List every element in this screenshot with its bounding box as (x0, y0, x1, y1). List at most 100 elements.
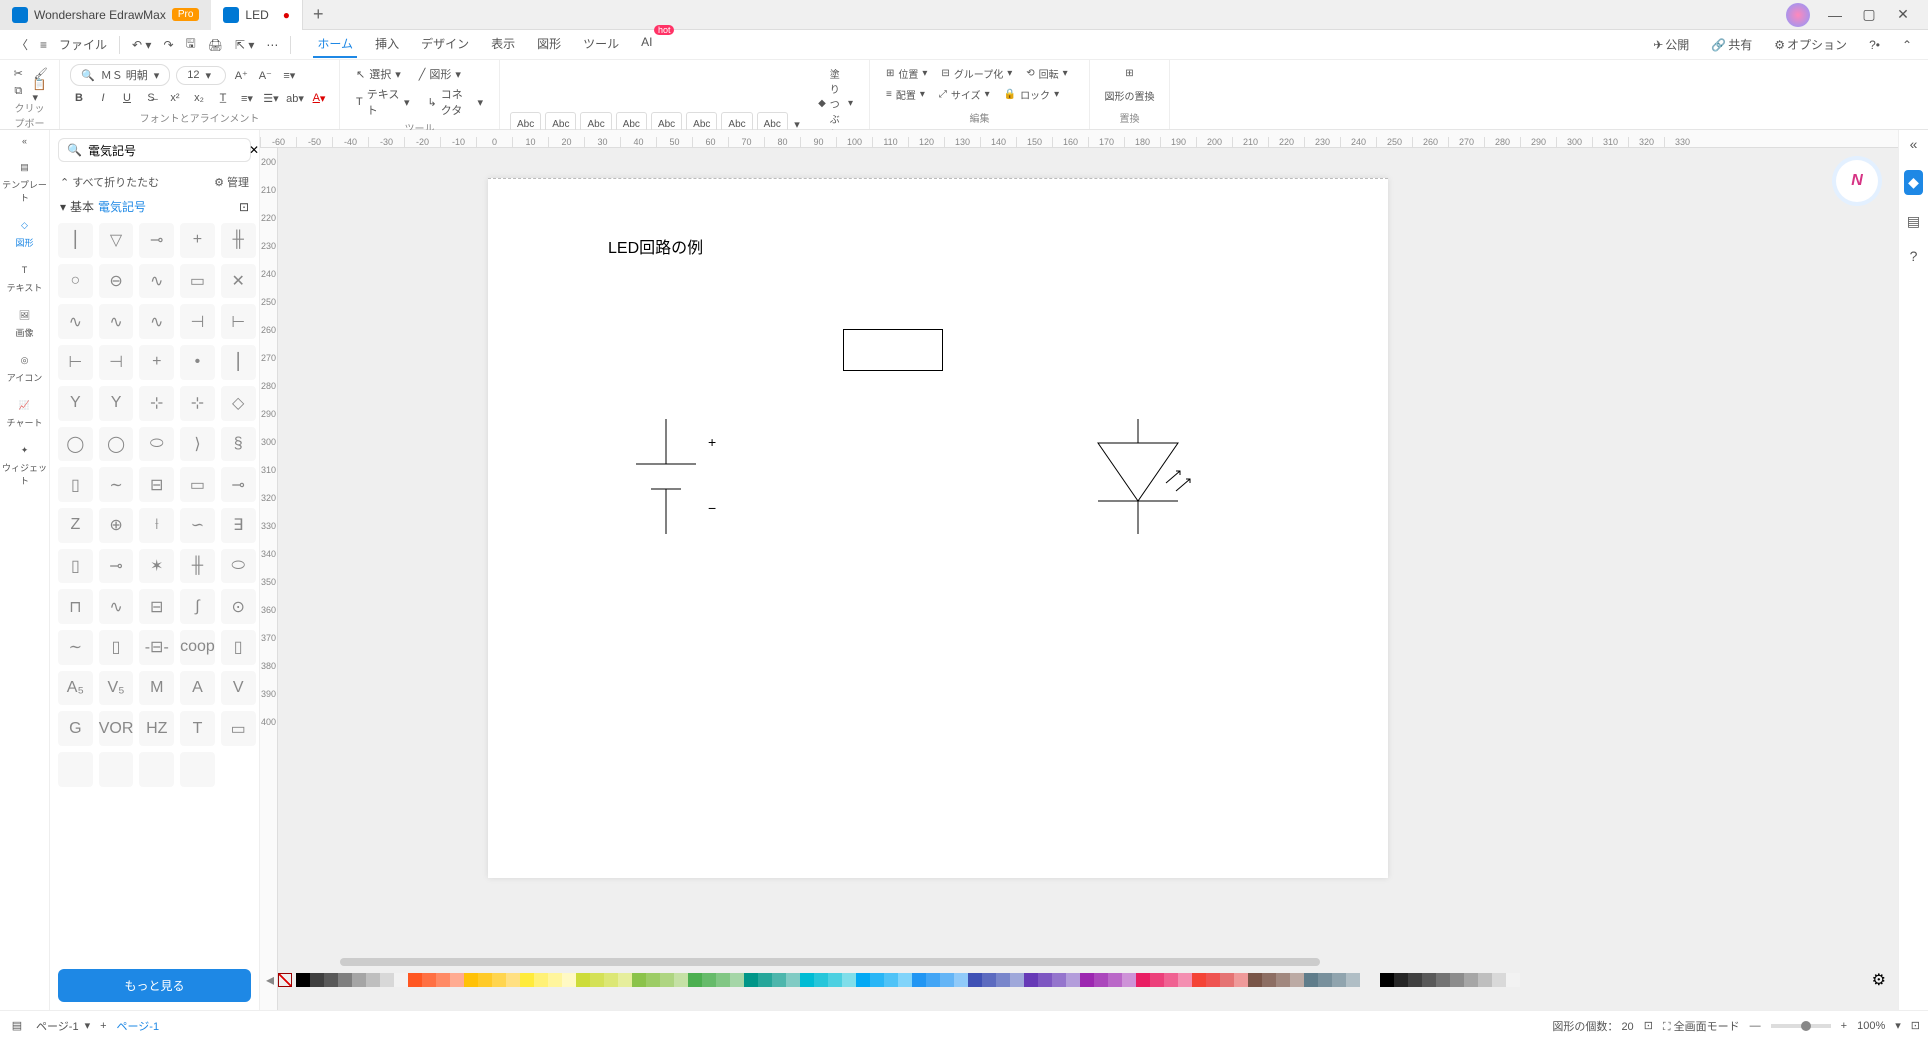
shape-thumbnail[interactable]: ╫ (221, 223, 256, 258)
shape-thumbnail[interactable] (58, 752, 93, 787)
shape-category-header[interactable]: ▾ 基本電気記号 ⊡ (50, 194, 259, 219)
shape-thumbnail[interactable]: VOR (99, 711, 134, 746)
color-swatch[interactable] (1136, 973, 1150, 987)
color-swatch[interactable] (828, 973, 842, 987)
line-spacing-icon[interactable]: ≡▾ (238, 89, 256, 107)
manage-button[interactable]: ⚙ 管理 (214, 174, 249, 190)
shape-search[interactable]: 🔍 ✕ (58, 138, 251, 162)
shape-thumbnail[interactable]: HZ (139, 711, 174, 746)
option-button[interactable]: ⚙ オプション (1768, 36, 1853, 53)
canvas[interactable]: LED回路の例 + − (278, 148, 1898, 970)
shape-thumbnail[interactable]: ▯ (58, 467, 93, 502)
color-swatch[interactable] (758, 973, 772, 987)
color-swatch[interactable] (478, 973, 492, 987)
collapse-all-button[interactable]: ⌃ すべて折りたたむ (60, 174, 159, 190)
shape-thumbnail[interactable]: ⊙ (221, 589, 256, 624)
shape-thumbnail[interactable]: ▽ (99, 223, 134, 258)
shape-thumbnail[interactable]: ⊣ (180, 304, 215, 339)
color-swatch[interactable] (534, 973, 548, 987)
shape-thumbnail[interactable]: ⊹ (180, 386, 215, 421)
sidebar-item-widget[interactable]: ✦ウィジェット (0, 435, 49, 493)
shape-thumbnail[interactable]: ▯ (58, 549, 93, 584)
document-tab[interactable]: LED ● (211, 0, 303, 30)
add-tab-button[interactable]: + (303, 4, 334, 25)
sidebar-item-image[interactable]: 🖼画像 (0, 300, 49, 345)
color-swatch[interactable] (1150, 973, 1164, 987)
zoom-in-button[interactable]: + (1841, 1020, 1847, 1032)
color-swatch[interactable] (968, 973, 982, 987)
shape-thumbnail[interactable]: • (180, 345, 215, 380)
shape-thumbnail[interactable]: ∼ (99, 467, 134, 502)
color-swatch[interactable] (1164, 973, 1178, 987)
shape-thumbnail[interactable]: ⊸ (139, 223, 174, 258)
shape-thumbnail[interactable]: Y (58, 386, 93, 421)
app-tab[interactable]: Wondershare EdrawMax Pro (0, 0, 211, 30)
shape-thumbnail[interactable]: ∿ (99, 589, 134, 624)
sidebar-item-template[interactable]: ▤テンプレート (0, 152, 49, 210)
font-size-select[interactable]: 12 ▾ (176, 66, 226, 85)
color-swatch[interactable] (618, 973, 632, 987)
file-menu[interactable]: ファイル (53, 36, 113, 53)
subscript-icon[interactable]: x₂ (190, 89, 208, 107)
color-swatch[interactable] (1234, 973, 1248, 987)
shape-thumbnail[interactable]: ✶ (139, 549, 174, 584)
copy-icon[interactable]: ⧉ (10, 82, 27, 100)
select-tool-button[interactable]: ↖ 選択 ▾ (350, 64, 407, 84)
shape-thumbnail[interactable]: ⊟ (139, 467, 174, 502)
color-swatch[interactable] (1464, 973, 1478, 987)
color-swatch[interactable] (338, 973, 352, 987)
shape-thumbnail[interactable]: ∼ (58, 630, 93, 665)
color-swatch[interactable] (310, 973, 324, 987)
color-swatch[interactable] (1408, 973, 1422, 987)
diagram-title[interactable]: LED回路の例 (608, 234, 703, 258)
shape-thumbnail[interactable]: A (180, 671, 215, 706)
color-swatch[interactable] (856, 973, 870, 987)
shape-thumbnail[interactable]: § (221, 427, 256, 462)
text-case-icon[interactable]: T̲ (214, 89, 232, 107)
clear-search-icon[interactable]: ✕ (249, 143, 259, 157)
replace-shape-icon[interactable]: ⊞ (1121, 64, 1139, 82)
font-grow-icon[interactable]: A⁺ (232, 66, 250, 84)
position-button[interactable]: ⊞ 位置▾ (880, 64, 933, 83)
text-tool-button[interactable]: T テキスト ▾ (350, 84, 416, 120)
bold-icon[interactable]: B (70, 89, 88, 107)
shape-thumbnail[interactable]: + (180, 223, 215, 258)
shape-thumbnail[interactable] (180, 752, 215, 787)
color-swatch[interactable] (1492, 973, 1506, 987)
color-swatch[interactable] (702, 973, 716, 987)
color-swatch[interactable] (1192, 973, 1206, 987)
color-swatch[interactable] (1122, 973, 1136, 987)
tab-ai[interactable]: AI hot (637, 31, 656, 58)
fit-page-icon[interactable]: ⊡ (1644, 1019, 1653, 1032)
color-swatch[interactable] (492, 973, 506, 987)
shape-thumbnail[interactable]: ⎮ (221, 345, 256, 380)
color-swatch[interactable] (604, 973, 618, 987)
rightbar-help-icon[interactable]: ? (1910, 248, 1918, 264)
share-button[interactable]: 🔗 共有 (1705, 36, 1758, 53)
color-swatch[interactable] (1052, 973, 1066, 987)
color-swatch[interactable] (1394, 973, 1408, 987)
no-fill-swatch[interactable] (278, 973, 292, 987)
size-button[interactable]: ⤢ サイズ▾ (933, 85, 996, 104)
rotate-button[interactable]: ⟲ 回転▾ (1020, 64, 1073, 83)
shape-thumbnail[interactable]: ▭ (180, 467, 215, 502)
color-swatch[interactable] (366, 973, 380, 987)
shape-thumbnail[interactable]: ⊸ (221, 467, 256, 502)
color-swatch[interactable] (408, 973, 422, 987)
shape-thumbnail[interactable]: ▭ (221, 711, 256, 746)
color-swatch[interactable] (772, 973, 786, 987)
color-swatch[interactable] (660, 973, 674, 987)
shape-thumbnail[interactable]: ⟊ (139, 508, 174, 543)
color-swatch[interactable] (1450, 973, 1464, 987)
color-swatch[interactable] (422, 973, 436, 987)
color-swatch[interactable] (352, 973, 366, 987)
shape-thumbnail[interactable]: ▯ (221, 630, 256, 665)
color-swatch[interactable] (506, 973, 520, 987)
close-button[interactable]: ✕ (1888, 3, 1918, 27)
color-swatch[interactable] (1066, 973, 1080, 987)
color-swatch[interactable] (1010, 973, 1024, 987)
shape-thumbnail[interactable]: ⬭ (139, 427, 174, 462)
sidebar-item-shape[interactable]: ◇図形 (0, 210, 49, 255)
hamburger-icon[interactable]: ≡ (34, 38, 53, 52)
shape-search-input[interactable] (88, 143, 243, 157)
